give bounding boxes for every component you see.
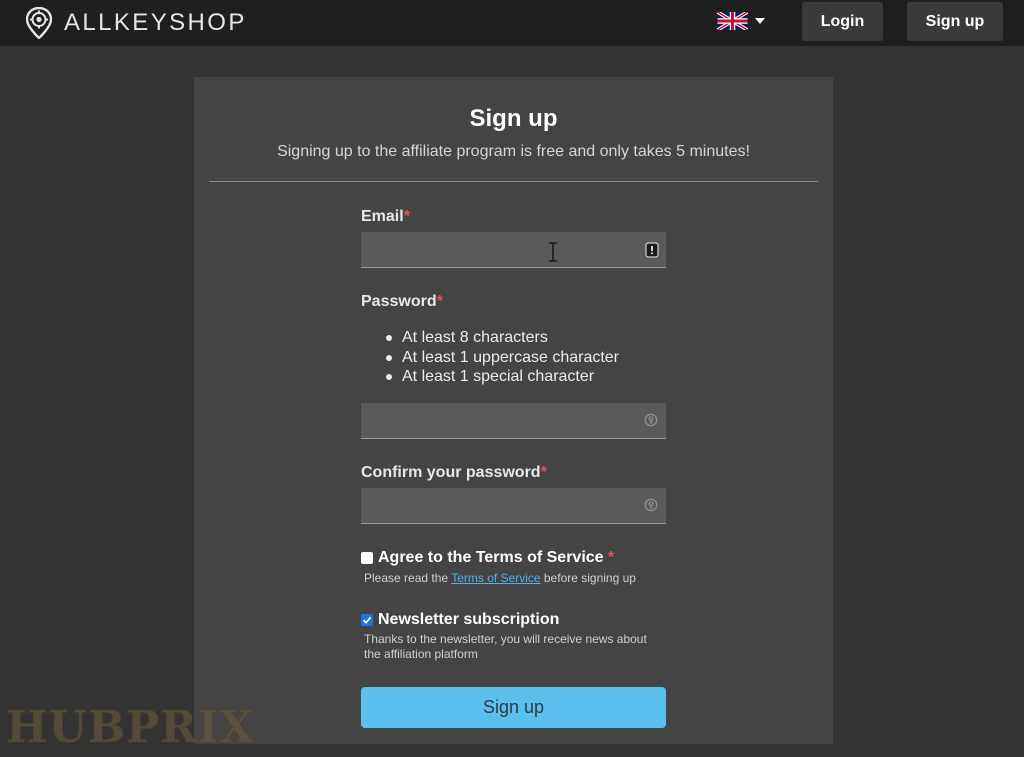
confirm-password-label: Confirm your password* xyxy=(361,464,547,482)
email-label-text: Email xyxy=(361,208,404,225)
terms-checkbox[interactable] xyxy=(361,552,373,564)
uk-flag-icon xyxy=(717,12,748,30)
email-label: Email* xyxy=(361,208,410,226)
hubprix-watermark: HUBPRIX xyxy=(6,702,255,750)
required-marker: * xyxy=(436,293,443,310)
newsletter-checkbox[interactable] xyxy=(361,614,373,626)
site-logo[interactable]: ALLKEYSHOP xyxy=(26,7,247,39)
confirm-password-label-text: Confirm your password xyxy=(361,464,541,481)
top-navigation-bar: ALLKEYSHOP Login Sign up xyxy=(0,0,1024,46)
terms-helper-suffix: before signing up xyxy=(540,571,636,585)
password-rule: At least 1 special character xyxy=(384,367,619,387)
terms-label-text: Agree to the Terms of Service xyxy=(378,549,604,566)
login-button[interactable]: Login xyxy=(802,2,883,41)
key-icon[interactable] xyxy=(644,497,658,513)
terms-helper-text: Please read the Terms of Service before … xyxy=(364,571,664,586)
newsletter-helper-text: Thanks to the newsletter, you will recei… xyxy=(364,632,647,661)
terms-helper-prefix: Please read the xyxy=(364,571,452,585)
required-marker: * xyxy=(540,464,547,481)
location-pin-logo-icon xyxy=(26,7,52,39)
terms-label[interactable]: Agree to the Terms of Service * xyxy=(378,549,614,567)
checkmark-icon xyxy=(362,616,372,624)
password-field[interactable] xyxy=(361,403,666,439)
key-icon[interactable] xyxy=(644,412,658,428)
required-marker: * xyxy=(608,549,615,566)
password-rules-list: At least 8 characters At least 1 upperca… xyxy=(384,328,619,387)
password-manager-key-icon[interactable] xyxy=(645,242,659,258)
password-rule: At least 8 characters xyxy=(384,328,619,348)
terms-of-service-link[interactable]: Terms of Service xyxy=(451,571,540,585)
newsletter-checkbox-row[interactable]: Newsletter subscription xyxy=(361,611,559,629)
required-marker: * xyxy=(403,208,410,225)
divider xyxy=(209,181,818,182)
password-label: Password* xyxy=(361,293,443,311)
signup-card: Sign up Signing up to the affiliate prog… xyxy=(194,77,833,744)
page-title: Sign up xyxy=(469,105,558,132)
password-rule: At least 1 uppercase character xyxy=(384,348,619,368)
confirm-password-field[interactable] xyxy=(361,488,666,524)
signup-submit-button[interactable]: Sign up xyxy=(361,687,666,728)
password-label-text: Password xyxy=(361,293,437,310)
email-field[interactable] xyxy=(361,232,666,268)
header-signup-button[interactable]: Sign up xyxy=(907,2,1003,41)
logo-text: ALLKEYSHOP xyxy=(64,9,247,36)
newsletter-label[interactable]: Newsletter subscription xyxy=(378,611,559,629)
svg-text:HUBPRIX: HUBPRIX xyxy=(6,702,255,750)
language-selector[interactable] xyxy=(717,12,765,30)
chevron-down-icon xyxy=(755,18,765,24)
page-subtitle: Signing up to the affiliate program is f… xyxy=(277,143,750,160)
text-cursor-icon xyxy=(549,242,557,262)
terms-checkbox-row[interactable]: Agree to the Terms of Service * xyxy=(361,549,614,567)
